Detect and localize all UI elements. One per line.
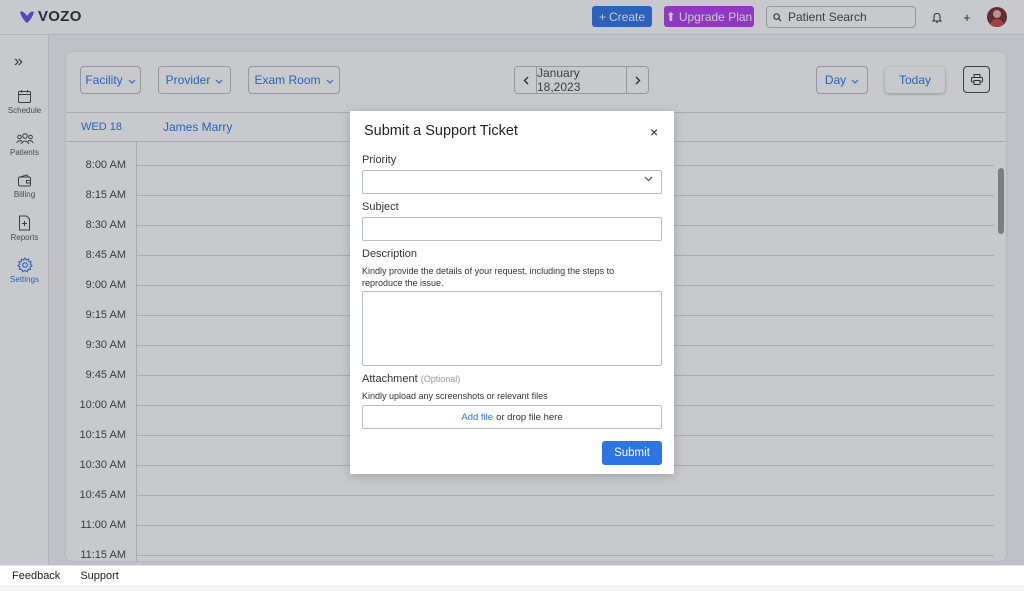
chevron-down-icon bbox=[644, 176, 653, 182]
attachment-label-row: Attachment (Optional) bbox=[362, 373, 460, 385]
support-ticket-dialog: Submit a Support Ticket × Priority Subje… bbox=[350, 111, 674, 474]
subject-label: Subject bbox=[362, 201, 399, 213]
submit-button[interactable]: Submit bbox=[602, 441, 662, 465]
priority-select[interactable] bbox=[362, 170, 662, 194]
description-hint: Kindly provide the details of your reque… bbox=[362, 266, 615, 288]
feedback-link[interactable]: Feedback bbox=[12, 570, 60, 582]
file-dropzone[interactable]: Add file or drop file here bbox=[362, 405, 662, 429]
attachment-label: Attachment bbox=[362, 373, 418, 385]
priority-label: Priority bbox=[362, 154, 397, 166]
optional-label: (Optional) bbox=[420, 374, 461, 384]
drop-file-text: or drop file here bbox=[496, 411, 563, 423]
close-icon[interactable]: × bbox=[650, 124, 658, 140]
attachment-hint: Kindly upload any screenshots or relevan… bbox=[362, 391, 548, 401]
footer: Feedback Support bbox=[0, 565, 1024, 585]
support-link[interactable]: Support bbox=[80, 570, 119, 582]
description-textarea[interactable] bbox=[362, 291, 662, 366]
dialog-title: Submit a Support Ticket bbox=[364, 123, 518, 139]
subject-input[interactable] bbox=[362, 217, 662, 241]
description-label: Description bbox=[362, 248, 418, 260]
add-file-link[interactable]: Add file bbox=[461, 412, 493, 423]
